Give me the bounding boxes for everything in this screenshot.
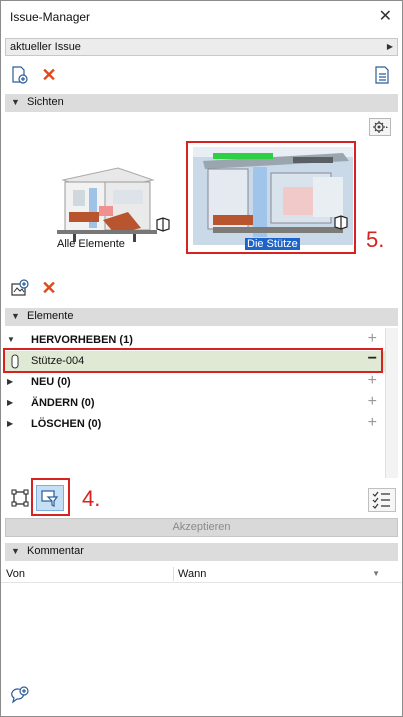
title-bar: Issue-Manager ✕ <box>1 1 402 33</box>
tree-group-label: HERVORHEBEN (1) <box>31 334 133 346</box>
collapse-icon: ▼ <box>11 311 20 321</box>
annotation-box-view <box>186 141 356 254</box>
elemente-section-header[interactable]: ▼ Elemente <box>5 308 398 326</box>
comments-column-header: Von Wann ▼ <box>1 565 402 583</box>
tree-group-modify[interactable]: ▶ ÄNDERN (0) + <box>5 393 385 414</box>
sichten-title: Sichten <box>27 96 64 108</box>
tree-group-delete[interactable]: ▶ LÖSCHEN (0) + <box>5 414 385 435</box>
collapsed-icon: ▶ <box>7 419 14 428</box>
comments-list <box>1 584 402 679</box>
view-caption-all-elements: Alle Elemente <box>57 238 125 250</box>
add-icon[interactable]: + <box>368 330 377 348</box>
column-header-from[interactable]: Von <box>6 568 25 580</box>
window-title: Issue-Manager <box>10 10 91 24</box>
collapsed-icon: ▶ <box>7 398 14 407</box>
add-icon[interactable]: + <box>368 393 377 411</box>
collapse-icon: ▼ <box>11 97 20 107</box>
delete-issue-icon[interactable]: ✕ <box>39 65 59 85</box>
kommentar-section-header[interactable]: ▼ Kommentar <box>5 543 398 561</box>
tree-group-label: LÖSCHEN (0) <box>31 418 102 430</box>
add-icon[interactable]: + <box>368 372 377 390</box>
tree-group-label: ÄNDERN (0) <box>31 397 95 409</box>
column-divider[interactable] <box>173 567 174 581</box>
annotation-step-4: 4. <box>82 486 101 511</box>
collapse-icon: ▼ <box>11 546 20 556</box>
add-comment-icon[interactable] <box>10 685 30 705</box>
collapsed-icon: ▶ <box>7 377 14 386</box>
new-issue-icon[interactable] <box>10 65 30 85</box>
expanded-icon: ▼ <box>7 335 15 344</box>
annotation-box-element <box>3 348 383 373</box>
selection-frame-icon[interactable] <box>10 488 30 508</box>
close-icon[interactable]: ✕ <box>379 6 392 26</box>
checklist-icon[interactable] <box>368 488 396 512</box>
issue-manager-window: Issue-Manager ✕ aktueller Issue ▶ ✕ ▼ Si… <box>0 0 403 717</box>
add-icon[interactable]: + <box>368 414 377 432</box>
issue-list-icon[interactable] <box>373 65 393 85</box>
kommentar-title: Kommentar <box>27 545 84 557</box>
accept-button[interactable]: Akzeptieren <box>5 518 398 537</box>
annotation-box-filter <box>31 478 70 516</box>
elemente-title: Elemente <box>27 310 74 322</box>
view-thumbnail-all-elements[interactable] <box>43 150 173 245</box>
sort-icon[interactable]: ▼ <box>372 569 380 578</box>
gear-icon[interactable] <box>369 118 391 136</box>
annotation-step-5: 5. <box>366 227 385 252</box>
add-view-icon[interactable] <box>10 278 30 298</box>
view-3d-icon <box>155 216 171 232</box>
tree-scrollbar[interactable] <box>385 328 398 478</box>
issue-selector-value: aktueller Issue <box>10 41 81 53</box>
sichten-section-header[interactable]: ▼ Sichten <box>5 94 398 112</box>
delete-view-icon[interactable]: ✕ <box>39 278 59 298</box>
tree-group-label: NEU (0) <box>31 376 71 388</box>
chevron-right-icon: ▶ <box>386 42 393 51</box>
column-header-when[interactable]: Wann <box>178 568 206 580</box>
tree-group-new[interactable]: ▶ NEU (0) + <box>5 372 385 393</box>
issue-selector[interactable]: aktueller Issue ▶ <box>5 38 398 56</box>
